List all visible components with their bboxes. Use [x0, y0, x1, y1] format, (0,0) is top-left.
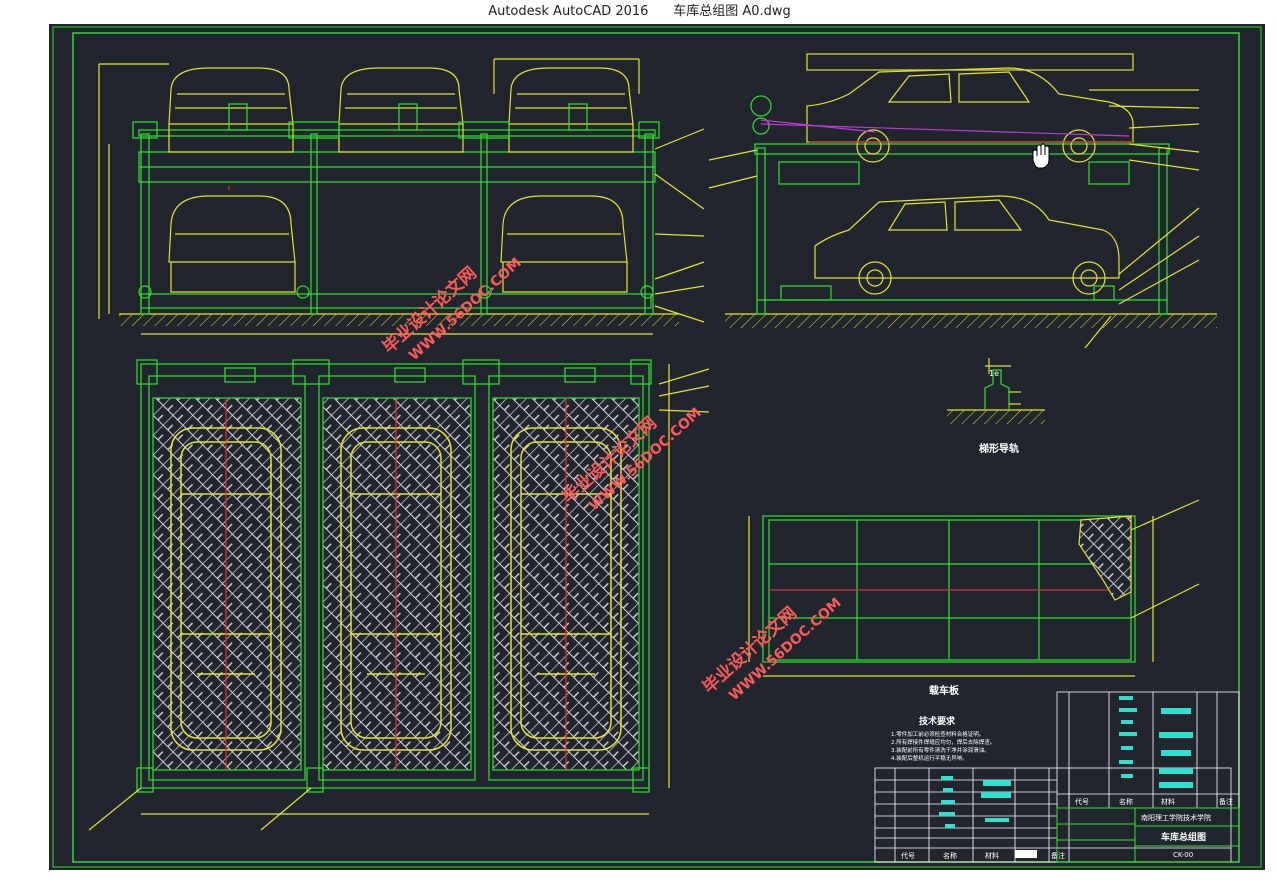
drawing-title: 车库总组图: [1161, 831, 1206, 843]
parts-list-upper: [1056, 691, 1240, 809]
tech-req-line: 2.所有焊接件焊缝应均匀，焊后去除焊渣。: [891, 738, 995, 746]
tech-req-title: 技术要求: [919, 715, 956, 727]
upper-footer-code: 代号: [1075, 797, 1089, 806]
window-title-bar: Autodesk AutoCAD 2016 车库总组图 A0.dwg: [0, 0, 1279, 24]
upper-footer-note: 备注: [1219, 797, 1233, 806]
drawing-canvas[interactable]: 1e 梯形导轨 载车板 技术要求 1.零件加工前必须检查材料合格证明。 2.所有…: [49, 24, 1265, 870]
deck-view: [748, 499, 1200, 677]
deck-view-label: 载车板: [929, 684, 960, 697]
footer-material: 材料: [985, 851, 999, 860]
rail-detail-label: 梯形导轨: [979, 442, 1019, 455]
parts-list-lower-footer: 代号 名称 材料 备注: [901, 851, 1065, 860]
rail-dim-label: 1e: [989, 369, 999, 378]
tech-req-line: 3.装配前所有零件清洗干净并涂润滑油。: [891, 746, 990, 754]
hand-pan-icon: [1032, 143, 1050, 169]
document-name: 车库总组图 A0.dwg: [673, 4, 791, 19]
parts-list-lower-fills: [939, 776, 1037, 858]
parts-list-upper-footer: 代号 名称 材料 备注: [1075, 797, 1233, 806]
tech-req-line: 4.装配后整机运行平稳无异响。: [891, 754, 968, 762]
plan-view: [88, 359, 710, 831]
watermark-1: 毕业设计论文网 WWW.56DOC.COM: [378, 255, 524, 364]
upper-footer-name: 名称: [1119, 797, 1133, 806]
upper-footer-material: 材料: [1161, 797, 1175, 806]
footer-name: 名称: [943, 851, 957, 860]
parts-list-upper-fills: [1119, 696, 1193, 788]
footer-code: 代号: [901, 851, 915, 860]
footer-note: 备注: [1051, 851, 1065, 860]
drawing-number: CK-00: [1173, 851, 1193, 859]
watermark-3: 毕业设计论文网 WWW.56DOC.COM: [698, 595, 844, 704]
rail-detail-view: [947, 358, 1045, 424]
side-elevation-view: [708, 53, 1217, 349]
technical-requirements: 技术要求 1.零件加工前必须检查材料合格证明。 2.所有焊接件焊缝应均匀，焊后去…: [891, 715, 995, 762]
school-name: 南阳理工学院技术学院: [1141, 813, 1211, 822]
drawing-svg[interactable]: 1e 梯形导轨 载车板 技术要求 1.零件加工前必须检查材料合格证明。 2.所有…: [49, 24, 1265, 870]
app-name: Autodesk AutoCAD 2016: [488, 4, 649, 19]
front-elevation-view: [98, 58, 705, 335]
tech-req-line: 1.零件加工前必须检查材料合格证明。: [891, 730, 984, 738]
